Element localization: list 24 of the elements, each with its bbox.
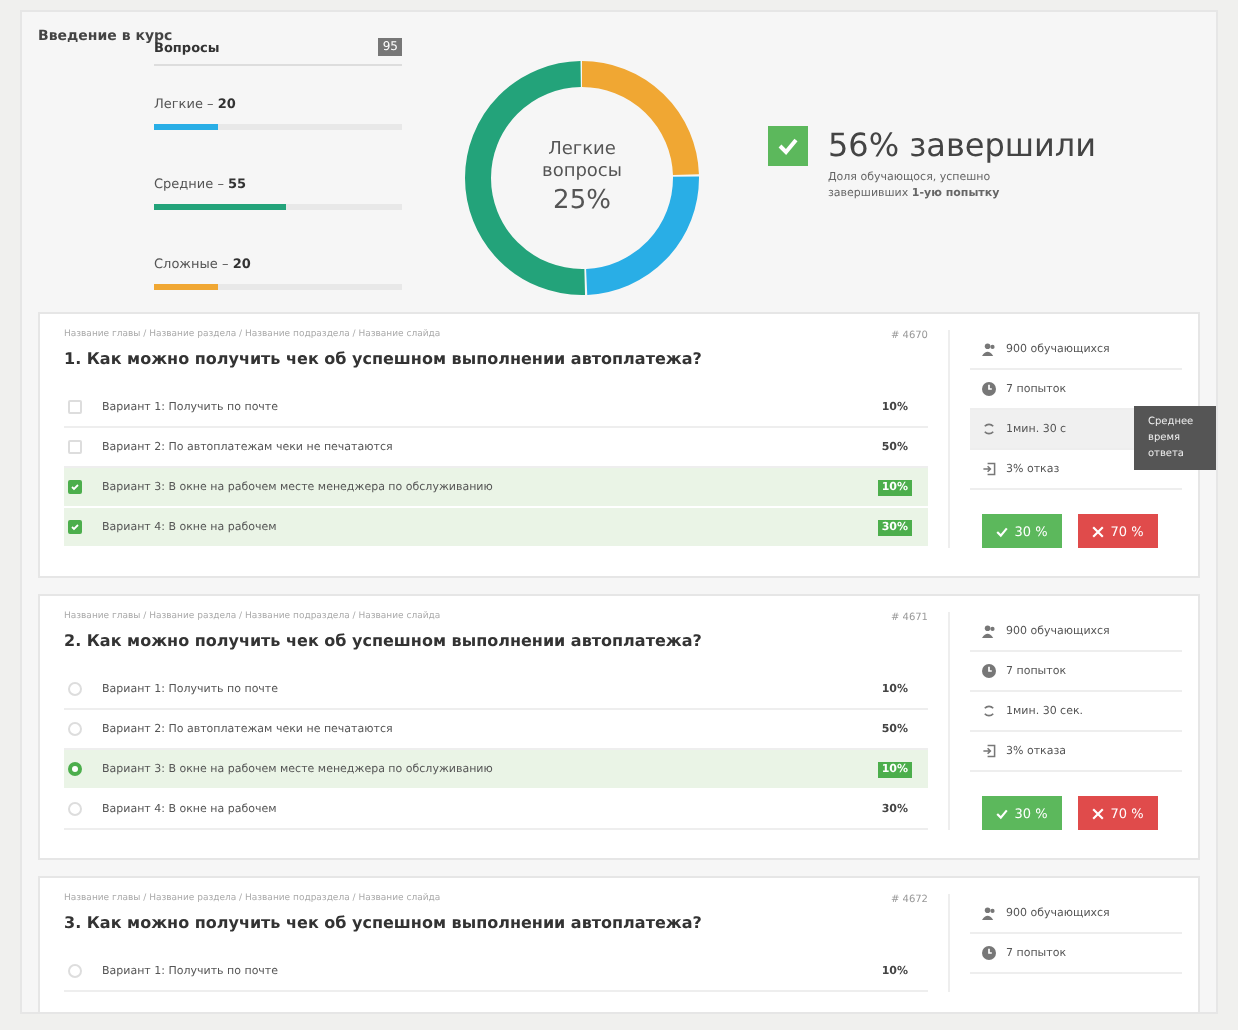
clock-icon bbox=[982, 946, 996, 960]
donut-caption: Легкие вопросы bbox=[540, 139, 624, 183]
check-icon bbox=[996, 525, 1009, 537]
close-icon bbox=[1092, 807, 1105, 819]
people-icon bbox=[982, 342, 996, 356]
checkbox[interactable] bbox=[68, 520, 82, 534]
checkbox[interactable] bbox=[68, 480, 82, 494]
close-icon bbox=[1092, 525, 1105, 537]
people-icon bbox=[982, 624, 996, 638]
question-text: 3. Как можно получить чек об успешном выполнении автоплатежа? bbox=[64, 914, 704, 932]
completion-headline: 56% завершили bbox=[828, 125, 1097, 164]
clock-icon bbox=[982, 382, 996, 396]
check-icon bbox=[996, 807, 1009, 819]
exit-icon bbox=[982, 744, 996, 758]
refresh-icon bbox=[982, 704, 996, 718]
refresh-icon bbox=[982, 422, 996, 436]
radio-button[interactable] bbox=[68, 762, 82, 776]
clock-icon bbox=[982, 664, 996, 678]
question-text: 2. Как можно получить чек об успешном выполнении автоплатежа? bbox=[64, 632, 704, 650]
question-text: 1. Как можно получить чек об успешном выполнении автоплатежа? bbox=[64, 350, 704, 368]
check-icon bbox=[768, 125, 808, 166]
people-icon bbox=[982, 906, 996, 920]
exit-icon bbox=[982, 462, 996, 476]
donut-value: 25% bbox=[553, 186, 611, 217]
